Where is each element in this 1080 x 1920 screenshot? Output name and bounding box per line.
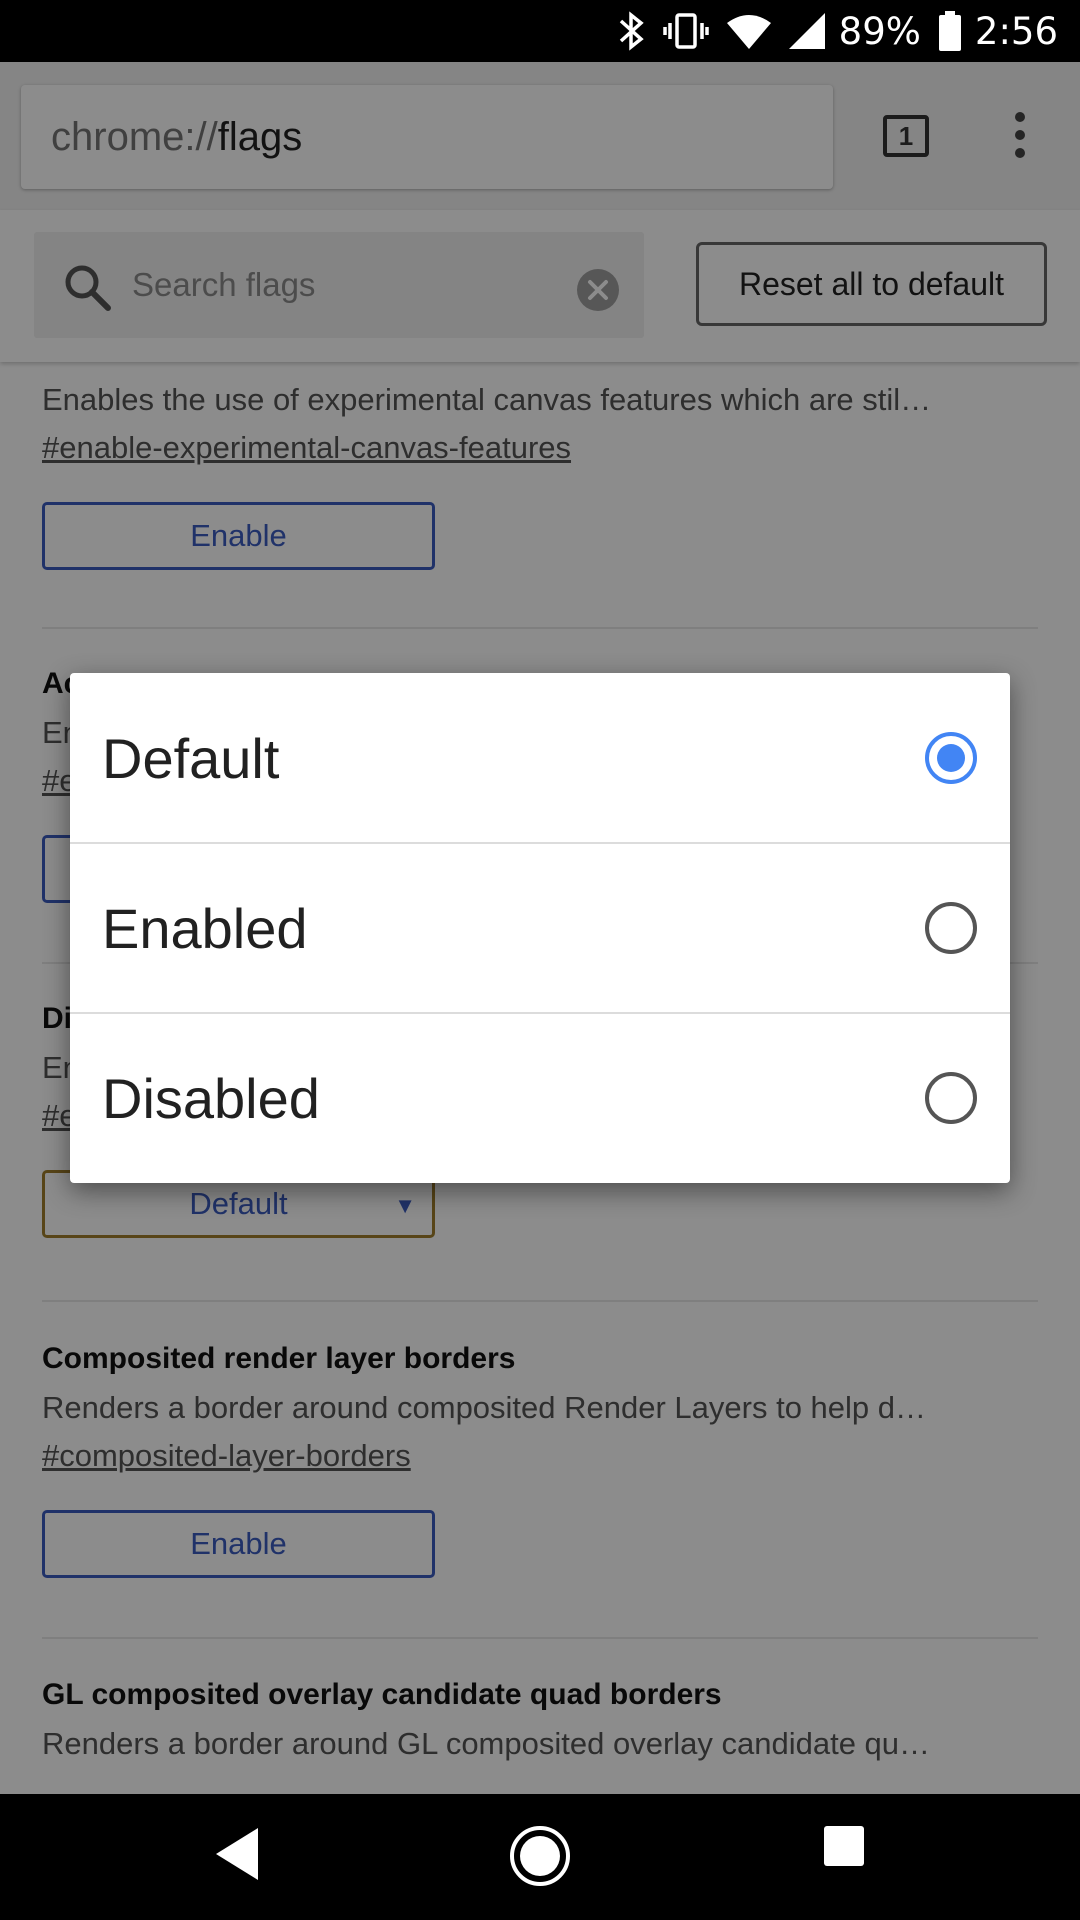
option-label: Enabled — [102, 896, 308, 960]
option-enabled[interactable]: Enabled — [70, 843, 1010, 1013]
flag-state-dialog: Default Enabled Disabled — [70, 673, 1010, 1183]
back-icon[interactable] — [214, 1824, 258, 1889]
radio-unselected-icon[interactable] — [924, 1071, 978, 1130]
recents-icon[interactable] — [822, 1824, 866, 1873]
option-default[interactable]: Default — [70, 673, 1010, 843]
bluetooth-icon — [619, 11, 645, 51]
clock: 2:56 — [974, 9, 1058, 53]
battery-icon — [938, 11, 961, 51]
option-label: Default — [102, 726, 280, 790]
battery-percent: 89% — [838, 9, 921, 53]
vibrate-icon — [662, 11, 709, 51]
option-disabled[interactable]: Disabled — [70, 1013, 1010, 1183]
wifi-icon — [726, 13, 771, 49]
radio-selected-icon[interactable] — [924, 731, 978, 790]
home-icon[interactable] — [508, 1824, 572, 1893]
signal-icon — [788, 13, 825, 49]
radio-unselected-icon[interactable] — [924, 901, 978, 960]
option-label: Disabled — [102, 1066, 320, 1130]
navigation-bar — [0, 1794, 1080, 1920]
status-bar: 89% 2:56 — [0, 0, 1080, 62]
